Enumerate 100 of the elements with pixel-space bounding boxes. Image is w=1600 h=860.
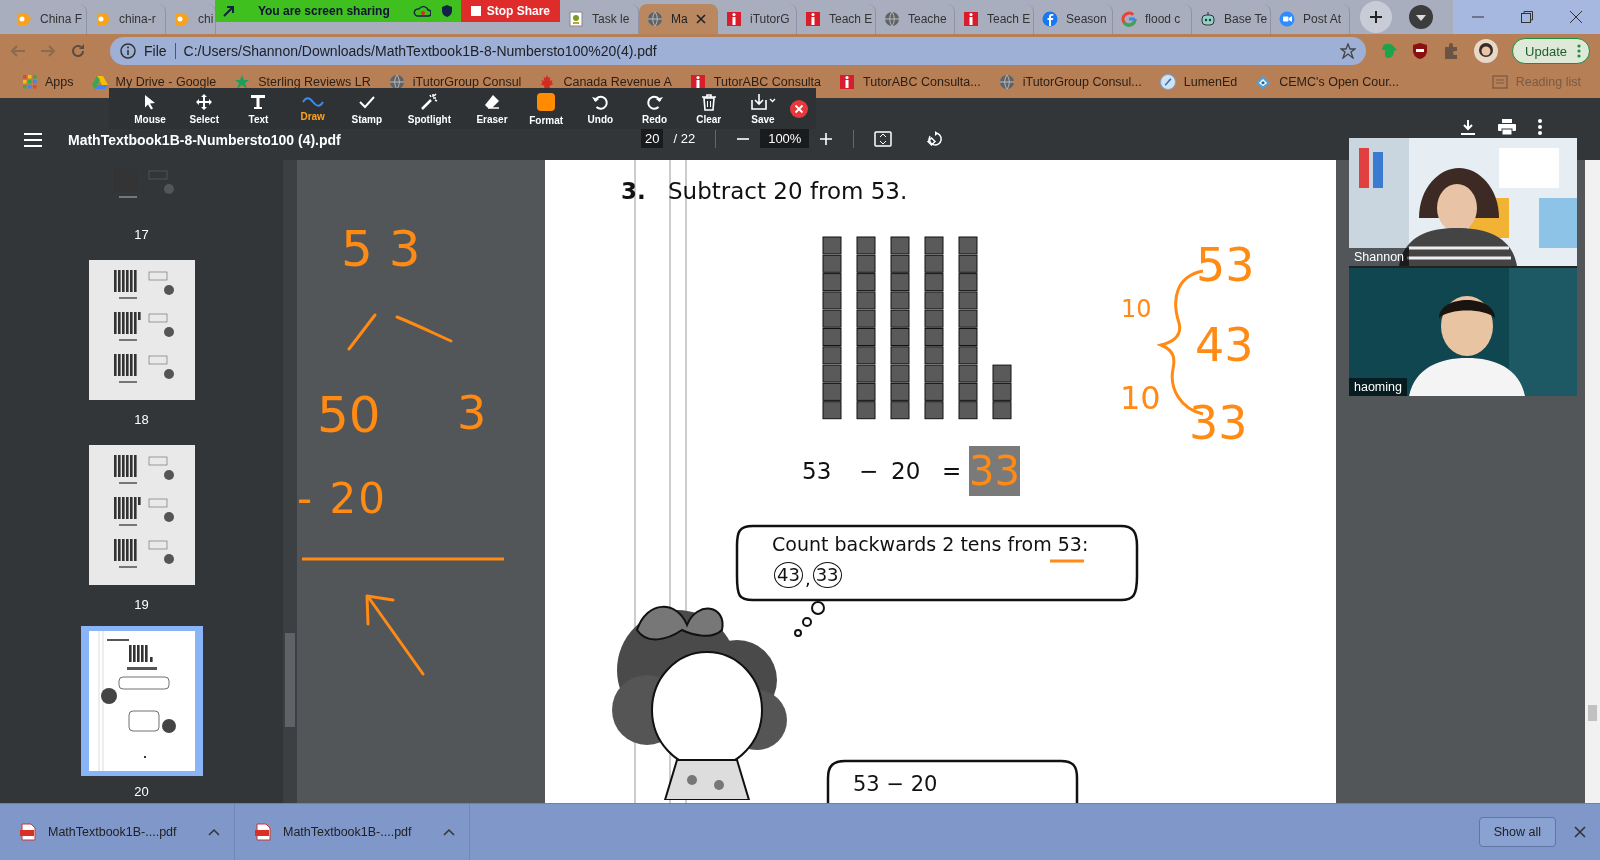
bookmark[interactable]: TutorABC Consulta [680, 73, 831, 90]
document-icon [568, 11, 584, 27]
annotate-tool[interactable]: Select [177, 90, 232, 127]
download-icon[interactable] [1460, 119, 1476, 135]
i-logo-icon [839, 73, 856, 90]
handwritten-number: 33 [1189, 400, 1248, 446]
apps-icon [23, 74, 37, 89]
caret-up-icon[interactable] [443, 828, 455, 836]
url-text: C:/Users/Shannon/Downloads/MathTextbook1B-8-Numbersto100%20(4).pdf [183, 43, 658, 59]
page-label: 19 [134, 597, 149, 612]
annotate-tool[interactable]: Undo [573, 90, 628, 127]
equation-number: 53 [802, 460, 832, 483]
circle-logo-icon [1042, 11, 1058, 27]
bookmark[interactable]: iTutorGroup Consul... [989, 73, 1151, 90]
bookmark-star-icon[interactable] [1340, 43, 1357, 59]
menu-icon[interactable] [24, 133, 42, 147]
scheme-label: File [144, 43, 167, 59]
wave-icon [301, 95, 324, 108]
more-icon [1577, 44, 1581, 58]
avatar-icon[interactable] [1474, 39, 1499, 63]
video-camera-icon [1279, 11, 1295, 27]
annotate-tool[interactable]: Spotlight [393, 90, 465, 127]
handwritten-number: 10 [1121, 297, 1152, 321]
shield-icon [440, 4, 453, 18]
show-all-button[interactable]: Show all [1478, 817, 1556, 847]
download-item[interactable]: MathTextbook1B-....pdf [0, 804, 235, 860]
globe-icon [388, 73, 405, 90]
arrow-icon [223, 5, 235, 17]
zoom-in-icon[interactable] [819, 131, 834, 146]
print-icon[interactable] [1498, 119, 1516, 135]
handwritten-number: 5 3 [341, 224, 421, 274]
handwritten-number: 3 [457, 390, 487, 436]
globe-icon [998, 73, 1015, 90]
annotate-tool[interactable]: Mouse [123, 90, 178, 127]
handwritten-answer: 33 [969, 446, 1020, 496]
fit-page-icon[interactable] [874, 130, 893, 147]
stop-share-button[interactable]: Stop Share [460, 0, 560, 22]
annotate-tool[interactable]: Redo [627, 90, 682, 127]
bookmark[interactable]: Apps [14, 73, 83, 90]
page-thumbnail[interactable] [88, 260, 195, 400]
selected-thumbnail-frame[interactable] [80, 626, 203, 776]
scrollbar[interactable] [283, 160, 297, 803]
pdf-file-icon [255, 823, 271, 841]
i-logo-icon [963, 11, 979, 27]
triangle-icon [91, 74, 108, 89]
equation-text: 53 − 20 [853, 774, 938, 795]
bookmark[interactable]: Sterling Reviews LR [225, 73, 380, 90]
annotate-tool[interactable]: Format [519, 90, 574, 127]
close-icon[interactable] [790, 99, 808, 118]
rotate-icon[interactable] [926, 129, 945, 148]
speech-text: Count backwards 2 tens from 53: [772, 535, 1089, 554]
handwritten-number: 10 [1120, 382, 1161, 414]
handwritten-underline [1048, 558, 1086, 564]
i-logo-icon [689, 73, 706, 90]
annotate-tool[interactable]: Text [231, 90, 286, 127]
handwritten-number: 43 [1195, 322, 1254, 368]
page-thumbnail[interactable] [88, 445, 195, 585]
tab-close-icon [695, 14, 706, 24]
restore-icon[interactable] [1520, 11, 1533, 23]
new-tab-button[interactable] [1360, 1, 1392, 33]
scrollbar[interactable] [1585, 160, 1600, 803]
i-logo-icon [805, 11, 821, 27]
share-status: You are screen sharing [256, 4, 391, 18]
globe-icon [884, 11, 900, 27]
annotate-tool[interactable]: Eraser [464, 90, 520, 127]
thought-bubbles [791, 600, 827, 640]
bookmark[interactable]: My Drive - Google [82, 73, 226, 90]
zoom-field[interactable]: 100% [760, 129, 810, 148]
page-number-field[interactable]: 20 [641, 129, 664, 148]
address-bar[interactable]: File C:/Users/Shannon/Downloads/MathTextbook1B-8-Numbersto100%20(4).pdf [110, 37, 1367, 65]
plus-icon [1369, 10, 1383, 24]
star-icon [234, 73, 251, 90]
equation-number: 20 [891, 460, 921, 483]
annotate-tool[interactable]: Draw [285, 90, 340, 127]
annotate-tool[interactable]: Stamp [339, 90, 394, 127]
browser-tab[interactable]: Ma [639, 4, 718, 34]
shield-icon[interactable] [1412, 42, 1429, 60]
bookmark[interactable]: CEMC's Open Cour... [1246, 73, 1409, 90]
annotate-tool[interactable]: Save [735, 90, 790, 127]
annotate-tool[interactable]: Clear [681, 90, 736, 127]
file-name: MathTextbook1B-8-Numbersto100 (4).pdf [68, 132, 341, 148]
more-icon[interactable] [1538, 119, 1542, 135]
page-thumbnail[interactable] [88, 631, 195, 771]
caret-up-icon[interactable] [208, 828, 220, 836]
tab-search-icon[interactable] [1409, 5, 1433, 29]
bookmark[interactable]: LumenEd [1150, 73, 1247, 90]
maple-leaf-icon [539, 73, 556, 90]
bookmark[interactable]: iTutorGroup Consul [379, 73, 531, 90]
page-label: 17 [134, 227, 149, 242]
magic-wand-icon [420, 92, 439, 111]
download-item[interactable]: MathTextbook1B-....pdf [235, 804, 470, 860]
participant-name: Shannon [1349, 248, 1410, 266]
close-icon[interactable] [1569, 11, 1582, 23]
reload-icon[interactable] [70, 43, 86, 59]
bookmark[interactable]: Canada Revenue A [530, 73, 681, 90]
update-button[interactable]: Update [1512, 38, 1590, 64]
participant-name: haoming [1349, 378, 1407, 396]
handwritten-number: 53 [1196, 242, 1255, 288]
i-logo-icon [726, 11, 742, 27]
bookmark[interactable]: TutorABC Consulta... [830, 73, 990, 90]
